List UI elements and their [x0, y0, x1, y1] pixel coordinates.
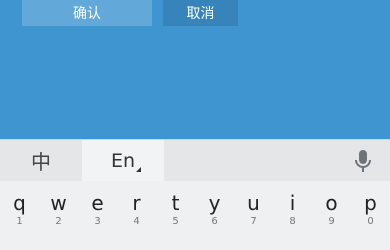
- key-number: 3: [94, 216, 101, 227]
- key-number: 0: [367, 216, 374, 227]
- key-char: i: [289, 191, 296, 215]
- microphone-icon[interactable]: [352, 149, 374, 173]
- key-char: w: [50, 191, 67, 215]
- key-e[interactable]: e 3: [78, 181, 117, 250]
- key-number: 8: [289, 216, 296, 227]
- chinese-mode-toggle[interactable]: 中: [0, 140, 82, 181]
- key-number: 4: [133, 216, 140, 227]
- dialog-area: 确认 取消: [0, 0, 390, 139]
- cancel-button[interactable]: 取消: [163, 0, 238, 26]
- key-number: 9: [328, 216, 335, 227]
- key-number: 2: [55, 216, 62, 227]
- key-char: y: [208, 191, 221, 215]
- key-r[interactable]: r 4: [117, 181, 156, 250]
- key-q[interactable]: q 1: [0, 181, 39, 250]
- key-y[interactable]: y 6: [195, 181, 234, 250]
- corner-triangle-icon: [136, 167, 141, 172]
- key-t[interactable]: t 5: [156, 181, 195, 250]
- key-char: p: [364, 191, 377, 215]
- keyboard-row-1: q 1 w 2 e 3 r 4 t 5 y 6 u 7 i 8 o 9 p 0: [0, 181, 390, 250]
- key-char: u: [247, 191, 260, 215]
- key-p[interactable]: p 0: [351, 181, 390, 250]
- key-char: q: [13, 191, 26, 215]
- ime-toolbar: 中 En: [0, 139, 390, 181]
- key-i[interactable]: i 8: [273, 181, 312, 250]
- english-mode-toggle[interactable]: En: [82, 140, 164, 181]
- key-char: r: [132, 191, 141, 215]
- key-u[interactable]: u 7: [234, 181, 273, 250]
- confirm-button[interactable]: 确认: [22, 0, 152, 26]
- key-number: 5: [172, 216, 179, 227]
- key-char: o: [325, 191, 338, 215]
- key-char: t: [171, 191, 180, 215]
- key-number: 6: [211, 216, 218, 227]
- key-number: 1: [16, 216, 23, 227]
- key-o[interactable]: o 9: [312, 181, 351, 250]
- key-number: 7: [250, 216, 257, 227]
- english-mode-label: En: [110, 149, 136, 172]
- key-char: e: [91, 191, 104, 215]
- key-w[interactable]: w 2: [39, 181, 78, 250]
